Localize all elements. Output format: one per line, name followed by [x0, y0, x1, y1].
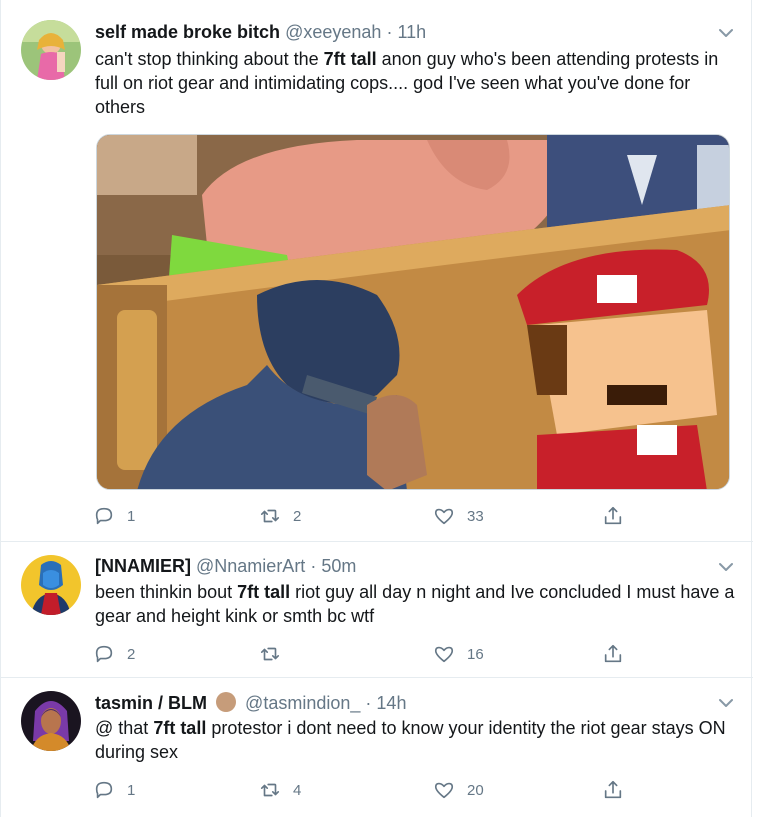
chevron-down-icon[interactable] — [719, 26, 733, 40]
like-button[interactable]: 33 — [433, 504, 484, 528]
highlight-term: 7ft tall — [237, 582, 291, 602]
share-button[interactable] — [602, 778, 624, 802]
share-button[interactable] — [602, 504, 624, 528]
highlight-term: 7ft tall — [323, 49, 377, 69]
tweet[interactable]: tasmin / BLM @tasmindion_ · 14h @ that 7… — [1, 678, 753, 817]
like-count: 33 — [467, 507, 484, 525]
timestamp[interactable]: 50m — [321, 556, 356, 576]
reply-button[interactable]: 1 — [93, 778, 135, 802]
reply-count: 1 — [127, 781, 136, 799]
chevron-down-icon[interactable] — [719, 696, 733, 710]
raised-fist-emoji — [216, 692, 237, 712]
avatar[interactable] — [21, 20, 81, 80]
text-segment: been thinkin bout — [95, 582, 238, 602]
share-icon — [604, 780, 622, 799]
text-segment: can't stop thinking about the — [95, 49, 324, 69]
tweet-text: been thinkin bout 7ft tall riot guy all … — [95, 580, 735, 628]
share-button[interactable] — [602, 642, 624, 666]
tweet-actions: 1 4 20 — [93, 778, 653, 802]
retweet-count: 2 — [293, 507, 302, 525]
like-button[interactable]: 16 — [433, 642, 484, 666]
tweet-text: @ that 7ft tall protestor i dont need to… — [95, 716, 735, 764]
avatar[interactable] — [21, 691, 81, 751]
like-icon — [434, 782, 454, 799]
retweet-button[interactable]: 4 — [259, 778, 301, 802]
timestamp[interactable]: 11h — [397, 22, 426, 42]
reply-icon — [95, 645, 113, 663]
tweet-image[interactable] — [96, 134, 730, 490]
reply-icon — [95, 781, 113, 799]
separator-dot: · — [386, 22, 393, 42]
reply-count: 2 — [127, 645, 136, 663]
display-name[interactable]: [NNAMIER] — [95, 556, 191, 576]
display-name[interactable]: self made broke bitch — [95, 22, 280, 42]
display-name[interactable]: tasmin / BLM — [95, 693, 207, 713]
retweet-icon — [260, 783, 280, 797]
share-icon — [604, 644, 622, 663]
retweet-count: 4 — [293, 781, 302, 799]
reply-count: 1 — [127, 507, 136, 525]
tweet[interactable]: [NNAMIER] @NnamierArt · 50m been thinkin… — [1, 542, 753, 678]
reply-button[interactable]: 2 — [93, 642, 135, 666]
retweet-icon — [260, 647, 280, 661]
retweet-icon — [260, 509, 280, 523]
tweet-actions: 2 16 — [93, 642, 653, 666]
tweet-header: self made broke bitch @xeeyenah · 11h — [95, 22, 426, 43]
like-count: 20 — [467, 781, 484, 799]
reply-icon — [95, 507, 113, 525]
timeline: self made broke bitch @xeeyenah · 11h ca… — [0, 0, 753, 817]
user-handle[interactable]: @NnamierArt — [196, 556, 305, 576]
tweet-header: [NNAMIER] @NnamierArt · 50m — [95, 556, 356, 577]
separator-dot: · — [310, 556, 317, 576]
separator-dot: · — [365, 693, 372, 713]
tweet-header: tasmin / BLM @tasmindion_ · 14h — [95, 692, 406, 714]
reply-button[interactable]: 1 — [93, 504, 135, 528]
like-icon — [434, 646, 454, 663]
highlight-term: 7ft tall — [153, 718, 207, 738]
tweet-text: can't stop thinking about the 7ft tall a… — [95, 47, 735, 119]
chevron-down-icon[interactable] — [719, 560, 733, 574]
text-segment: @ that — [95, 718, 154, 738]
retweet-button[interactable]: 2 — [259, 504, 301, 528]
like-count: 16 — [467, 645, 484, 663]
timestamp[interactable]: 14h — [376, 693, 406, 713]
tweet[interactable]: self made broke bitch @xeeyenah · 11h ca… — [1, 0, 753, 542]
user-handle[interactable]: @tasmindion_ — [245, 693, 360, 713]
avatar[interactable] — [21, 555, 81, 615]
retweet-button[interactable] — [259, 642, 293, 666]
like-icon — [434, 508, 454, 525]
tweet-actions: 1 2 33 — [93, 504, 653, 528]
share-icon — [604, 506, 622, 525]
like-button[interactable]: 20 — [433, 778, 484, 802]
user-handle[interactable]: @xeeyenah — [285, 22, 381, 42]
